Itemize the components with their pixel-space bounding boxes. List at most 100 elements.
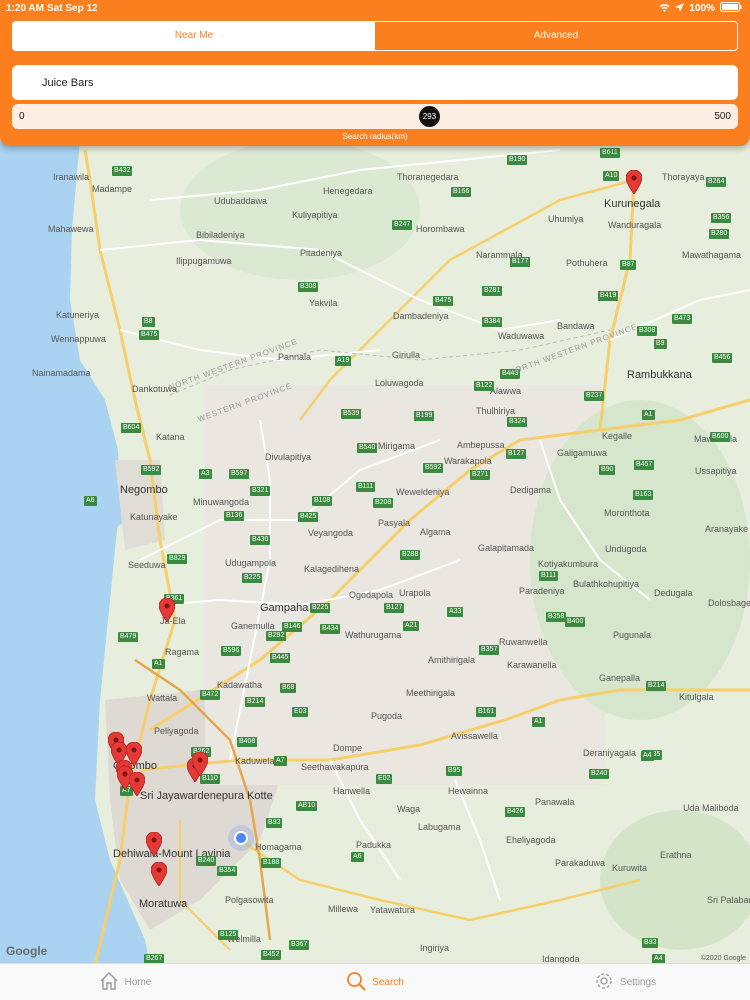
map-pin-icon[interactable] xyxy=(151,862,167,886)
map-road-shield: E02 xyxy=(376,774,393,784)
map-town-label: Ragama xyxy=(165,647,200,657)
map-road-shield: B445 xyxy=(270,653,291,663)
map-road-shield: B190 xyxy=(507,155,528,165)
slider-max-label: 500 xyxy=(714,111,731,122)
wifi-icon xyxy=(659,3,670,15)
tab-search-label: Search xyxy=(372,976,404,988)
map-road-shield: B321 xyxy=(250,486,271,496)
map-town-label: Pugoda xyxy=(371,711,403,721)
map-road-shield: B292 xyxy=(266,631,287,641)
tab-bar: Home Search Settings xyxy=(0,963,750,1000)
map-town-label: Kuruwita xyxy=(612,863,648,873)
search-icon xyxy=(346,971,366,994)
map-town-label: Parakaduwa xyxy=(555,858,606,868)
map-road-shield: B247 xyxy=(392,220,413,230)
tab-home-label: Home xyxy=(124,976,152,988)
map-pin-icon[interactable] xyxy=(146,832,162,856)
tab-search[interactable]: Search xyxy=(250,964,500,1000)
map-town-label: Ingiriya xyxy=(420,943,450,953)
map-road-shield: B264 xyxy=(706,177,727,187)
map-town-label: Urapola xyxy=(399,588,431,598)
map-town-label: Deraniyagala xyxy=(583,748,637,758)
segment-advanced[interactable]: Advanced xyxy=(375,22,737,50)
map-road-shield: B472 xyxy=(200,690,221,700)
map-town-label: Negombo xyxy=(120,484,168,496)
map-road-shield: B475 xyxy=(139,330,160,340)
map-town-label: Kegalle xyxy=(602,431,633,441)
map-road-shield: B177 xyxy=(510,257,531,267)
map-town-label: Uhumiya xyxy=(548,214,584,224)
slider-caption: Search radius(km) xyxy=(342,132,408,141)
map-town-label: Divulapitiya xyxy=(265,452,312,462)
map-town-label: Giriulla xyxy=(392,350,421,360)
map-road-shield: B237 xyxy=(584,391,605,401)
map-road-shield: B592 xyxy=(141,465,162,475)
map-town-label: Millewa xyxy=(328,904,359,914)
map-town-label: Mahawewa xyxy=(48,224,94,234)
map-road-shield: B456 xyxy=(712,353,733,363)
map-town-label: Dedugala xyxy=(654,588,693,598)
slider-track[interactable]: 293 xyxy=(34,106,708,127)
map-town-label: Ilippugamuwa xyxy=(176,256,232,266)
map-road-shield: B384 xyxy=(482,317,503,327)
map-road-shield: A1 xyxy=(642,410,655,420)
search-input[interactable] xyxy=(12,65,738,100)
slider-thumb[interactable]: 293 xyxy=(418,106,440,127)
map-town-label: Karawanella xyxy=(507,660,557,670)
map-town-label: Weweldeniya xyxy=(396,487,450,497)
map-town-label: Udubaddawa xyxy=(214,196,268,206)
map-town-label: Pannala xyxy=(278,352,312,362)
tab-home[interactable]: Home xyxy=(0,964,250,1000)
map-pin-icon[interactable] xyxy=(159,598,175,622)
map-town-label: Wattala xyxy=(147,693,178,703)
map-town-label: Waga xyxy=(397,804,421,814)
map-town-label: Galigamuwa xyxy=(557,448,608,458)
radius-slider[interactable]: 0 293 500 xyxy=(12,104,738,129)
map-road-shield: B408 xyxy=(237,737,258,747)
map-road-shield: B108 xyxy=(312,496,333,506)
map-road-shield: B288 xyxy=(400,550,421,560)
tab-settings[interactable]: Settings xyxy=(500,964,750,1000)
map-town-label: Rambukkana xyxy=(627,369,692,381)
map-road-shield: B281 xyxy=(482,286,503,296)
map-town-label: Ganemulla xyxy=(231,621,275,631)
home-icon xyxy=(99,971,119,994)
map-road-shield: B166 xyxy=(451,187,472,197)
map-road-shield: B188 xyxy=(261,858,282,868)
map-town-label: Alawwa xyxy=(490,386,522,396)
map-road-shield: A1 xyxy=(152,659,165,669)
map-road-shield: B597 xyxy=(229,469,250,479)
map-town-label: Pothuhera xyxy=(566,258,608,268)
map-road-shield: B308 xyxy=(637,326,658,336)
map-town-label: Waduwawa xyxy=(498,331,545,341)
map-pin-icon[interactable] xyxy=(192,752,208,776)
battery-icon xyxy=(720,2,742,15)
status-date: Sat Sep 12 xyxy=(47,3,98,14)
map-road-shield: B432 xyxy=(112,166,133,176)
map-town-label: Polgasowita xyxy=(225,895,274,905)
map-town-label: Avissawella xyxy=(451,731,498,741)
map-road-shield: B146 xyxy=(282,622,303,632)
segment-near-me[interactable]: Near Me xyxy=(13,22,375,50)
map-pin-icon[interactable] xyxy=(626,170,642,194)
map-road-shield: B9 xyxy=(654,339,667,349)
map-road-shield: A3 xyxy=(199,469,212,479)
map-road-shield: B367 xyxy=(289,940,310,950)
map-town-label: Galapitamada xyxy=(478,543,535,553)
map-road-shield: A21 xyxy=(403,621,420,631)
map-town-label: Gampaha xyxy=(260,602,309,614)
map-town-label: Ruwanwella xyxy=(499,637,548,647)
map-road-shield: B271 xyxy=(470,470,491,480)
map-town-label: Idangoda xyxy=(542,954,580,963)
map-road-shield: A7 xyxy=(274,756,287,766)
map-pin-icon[interactable] xyxy=(129,772,145,796)
map-copyright: ©2020 Google xyxy=(700,955,746,962)
map-town-label: Kotiyakumbura xyxy=(538,559,599,569)
map-town-label: Kalagedihena xyxy=(304,564,360,574)
map-road-shield: B161 xyxy=(476,707,497,717)
search-mode-segmented-control: Near Me Advanced xyxy=(12,21,738,51)
map-town-label: Homagama xyxy=(255,842,302,852)
map-road-shield: B136 xyxy=(224,511,245,521)
map-road-shield: B473 xyxy=(672,314,693,324)
map-town-label: Warakapola xyxy=(444,456,492,466)
